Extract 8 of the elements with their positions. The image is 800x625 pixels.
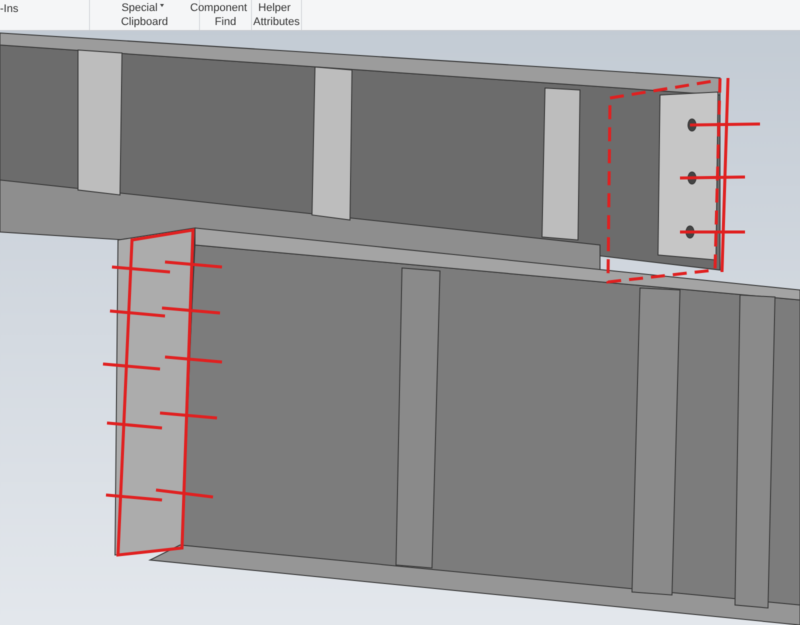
group-label: Find: [214, 15, 236, 29]
ribbon-tab-label[interactable]: -Ins: [0, 3, 89, 16]
group-label: Clipboard: [120, 15, 168, 29]
ribbon-button[interactable]: Component: [190, 2, 247, 15]
group-label: Attributes: [253, 15, 300, 29]
caret-icon: [160, 4, 164, 7]
ribbon-button[interactable]: Helper: [258, 2, 291, 15]
ribbon-button[interactable]: Special: [121, 2, 164, 15]
